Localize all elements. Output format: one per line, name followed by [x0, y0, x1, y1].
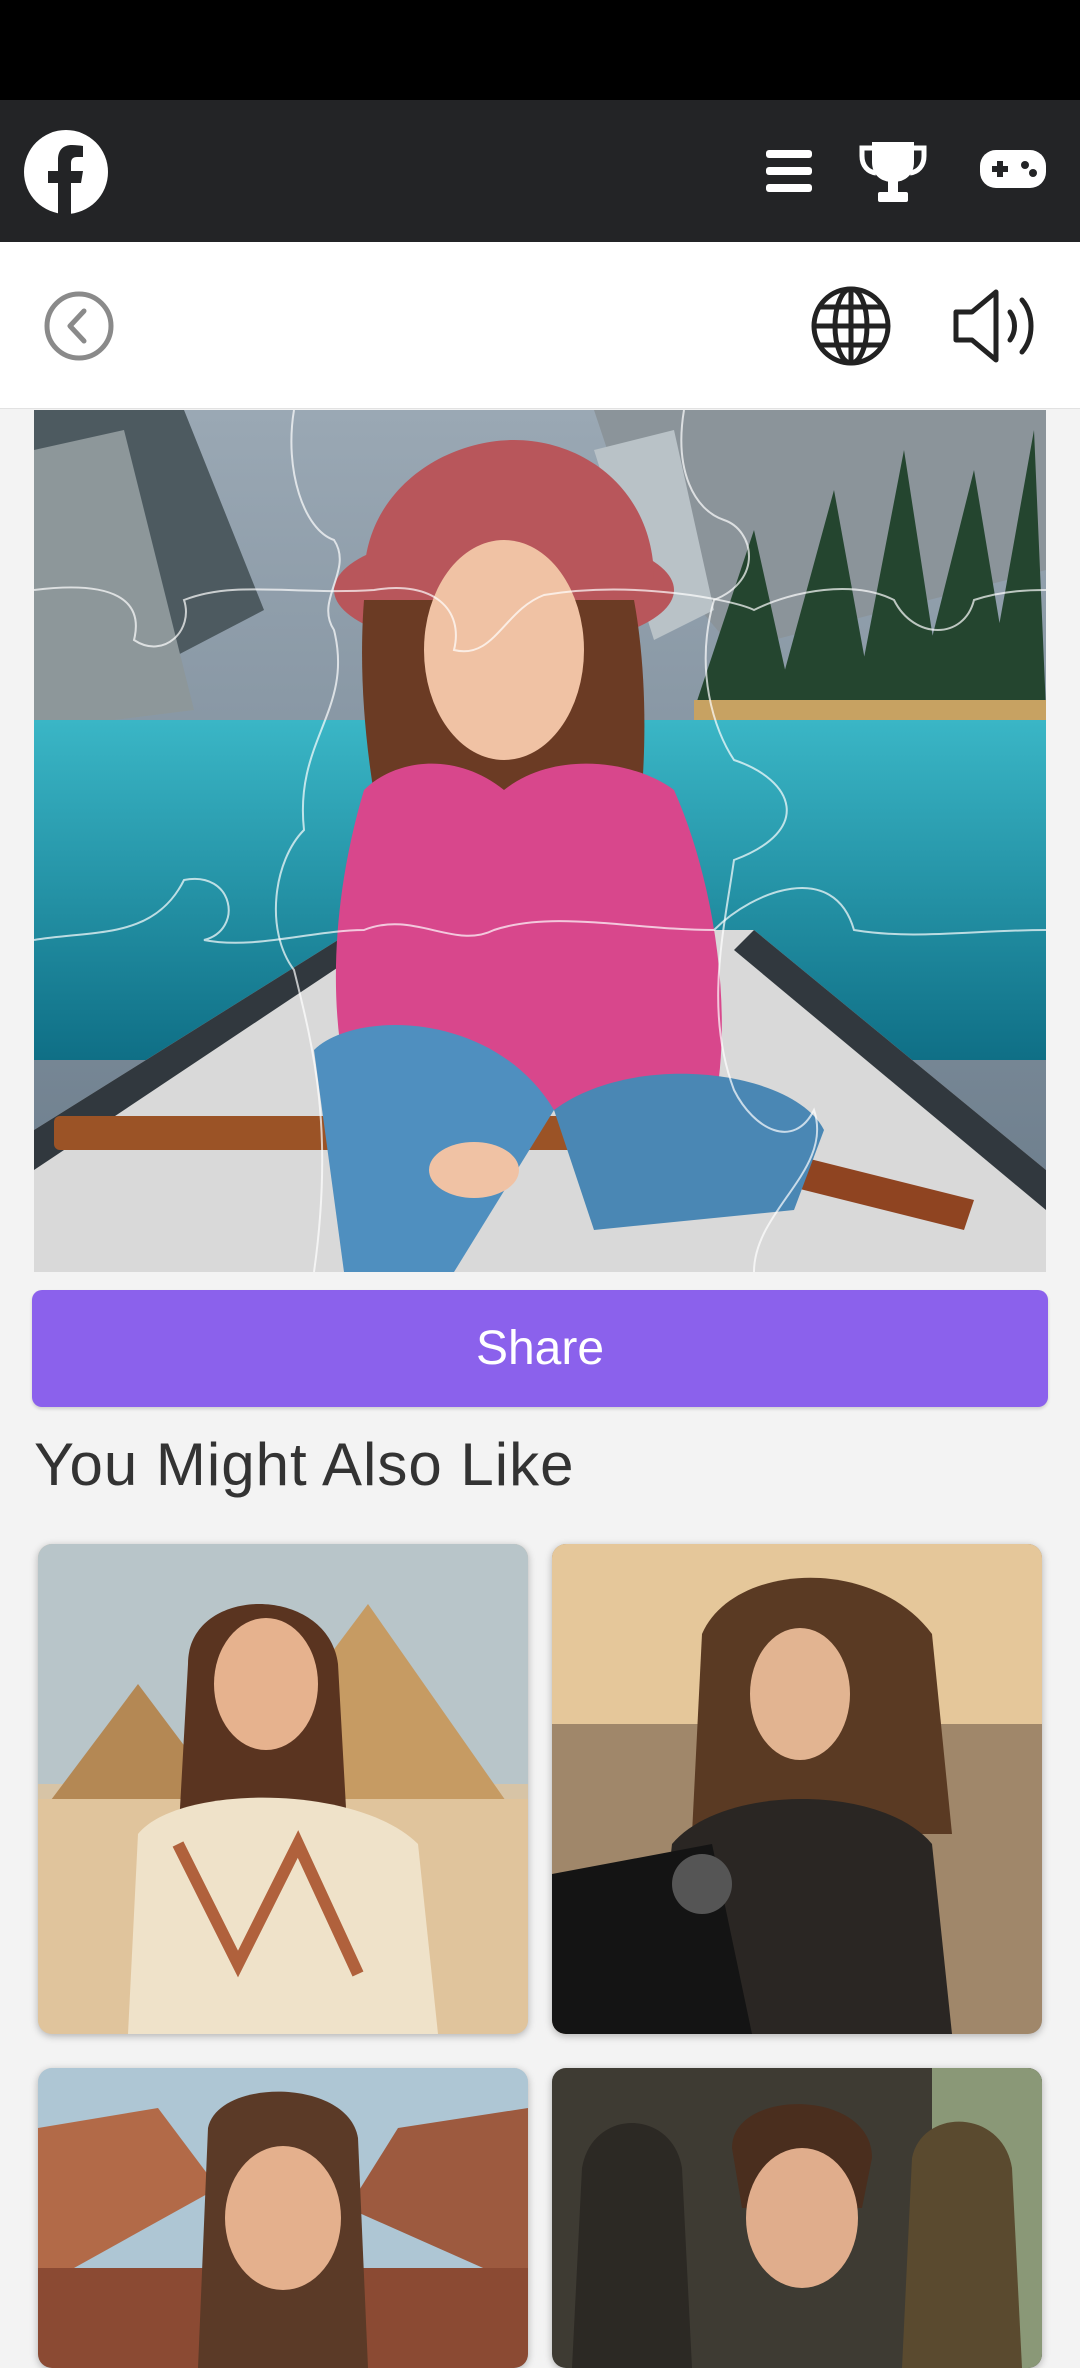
gamepad-icon[interactable] — [980, 148, 1046, 195]
speaker-icon[interactable] — [950, 286, 1044, 366]
puzzle-image[interactable] — [34, 410, 1046, 1272]
facebook-logo-icon[interactable] — [24, 130, 108, 214]
share-button[interactable]: Share — [32, 1290, 1048, 1407]
recommendation-card[interactable] — [552, 1544, 1042, 2034]
trophy-icon[interactable] — [858, 140, 928, 211]
globe-icon[interactable] — [810, 285, 892, 367]
section-title: You Might Also Like — [34, 1431, 575, 1498]
back-icon[interactable] — [42, 289, 116, 363]
sub-toolbar — [0, 242, 1080, 409]
recommendation-card[interactable] — [38, 1544, 528, 2034]
menu-icon[interactable] — [764, 146, 816, 203]
status-bar — [0, 0, 1080, 100]
recommendation-card[interactable] — [38, 2068, 528, 2368]
recommendation-card[interactable] — [552, 2068, 1042, 2368]
